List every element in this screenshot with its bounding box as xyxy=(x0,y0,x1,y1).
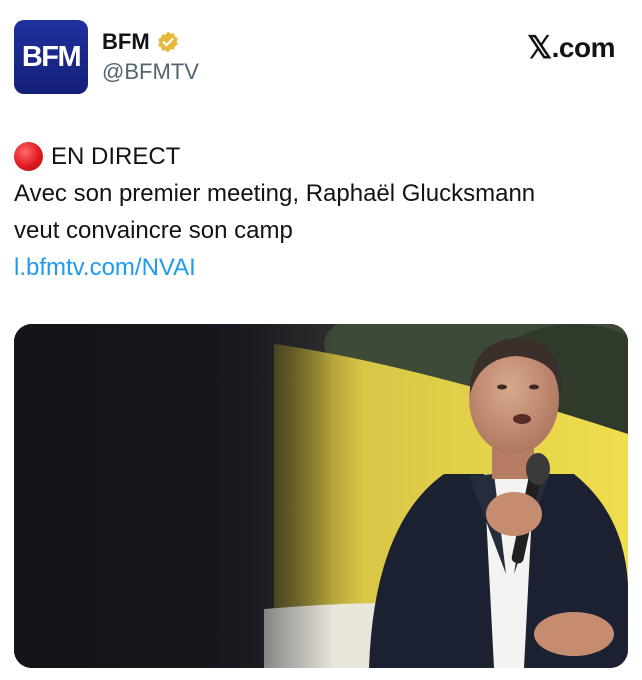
avatar-logo-text: BFM xyxy=(21,40,82,73)
live-label: EN DIRECT xyxy=(51,143,181,170)
verified-badge-icon xyxy=(156,30,180,54)
tweet-line-1: Avec son premier meeting, Raphaël Glucks… xyxy=(14,180,536,207)
live-line: EN DIRECT xyxy=(14,138,629,175)
x-com-brand: 𝕏 .com xyxy=(527,30,615,66)
x-logo-icon: 𝕏 xyxy=(527,30,552,65)
tweet-card: BFM BFM @BFMTV 𝕏 .com EN DIRECT Avec son… xyxy=(0,0,642,680)
author-name[interactable]: BFM xyxy=(102,29,150,55)
speaker-photo xyxy=(14,324,628,668)
tweet-media-photo[interactable] xyxy=(14,324,628,668)
author-name-row: BFM xyxy=(102,29,180,55)
author-avatar[interactable]: BFM xyxy=(14,20,88,94)
brand-suffix: .com xyxy=(551,32,616,63)
tweet-line-2: veut convaincre son camp xyxy=(14,217,293,244)
author-handle[interactable]: @BFMTV xyxy=(102,59,199,85)
tweet-text: EN DIRECT Avec son premier meeting, Raph… xyxy=(14,138,629,286)
red-circle-icon xyxy=(14,142,43,171)
tweet-link[interactable]: l.bfmtv.com/NVAI xyxy=(14,249,629,286)
